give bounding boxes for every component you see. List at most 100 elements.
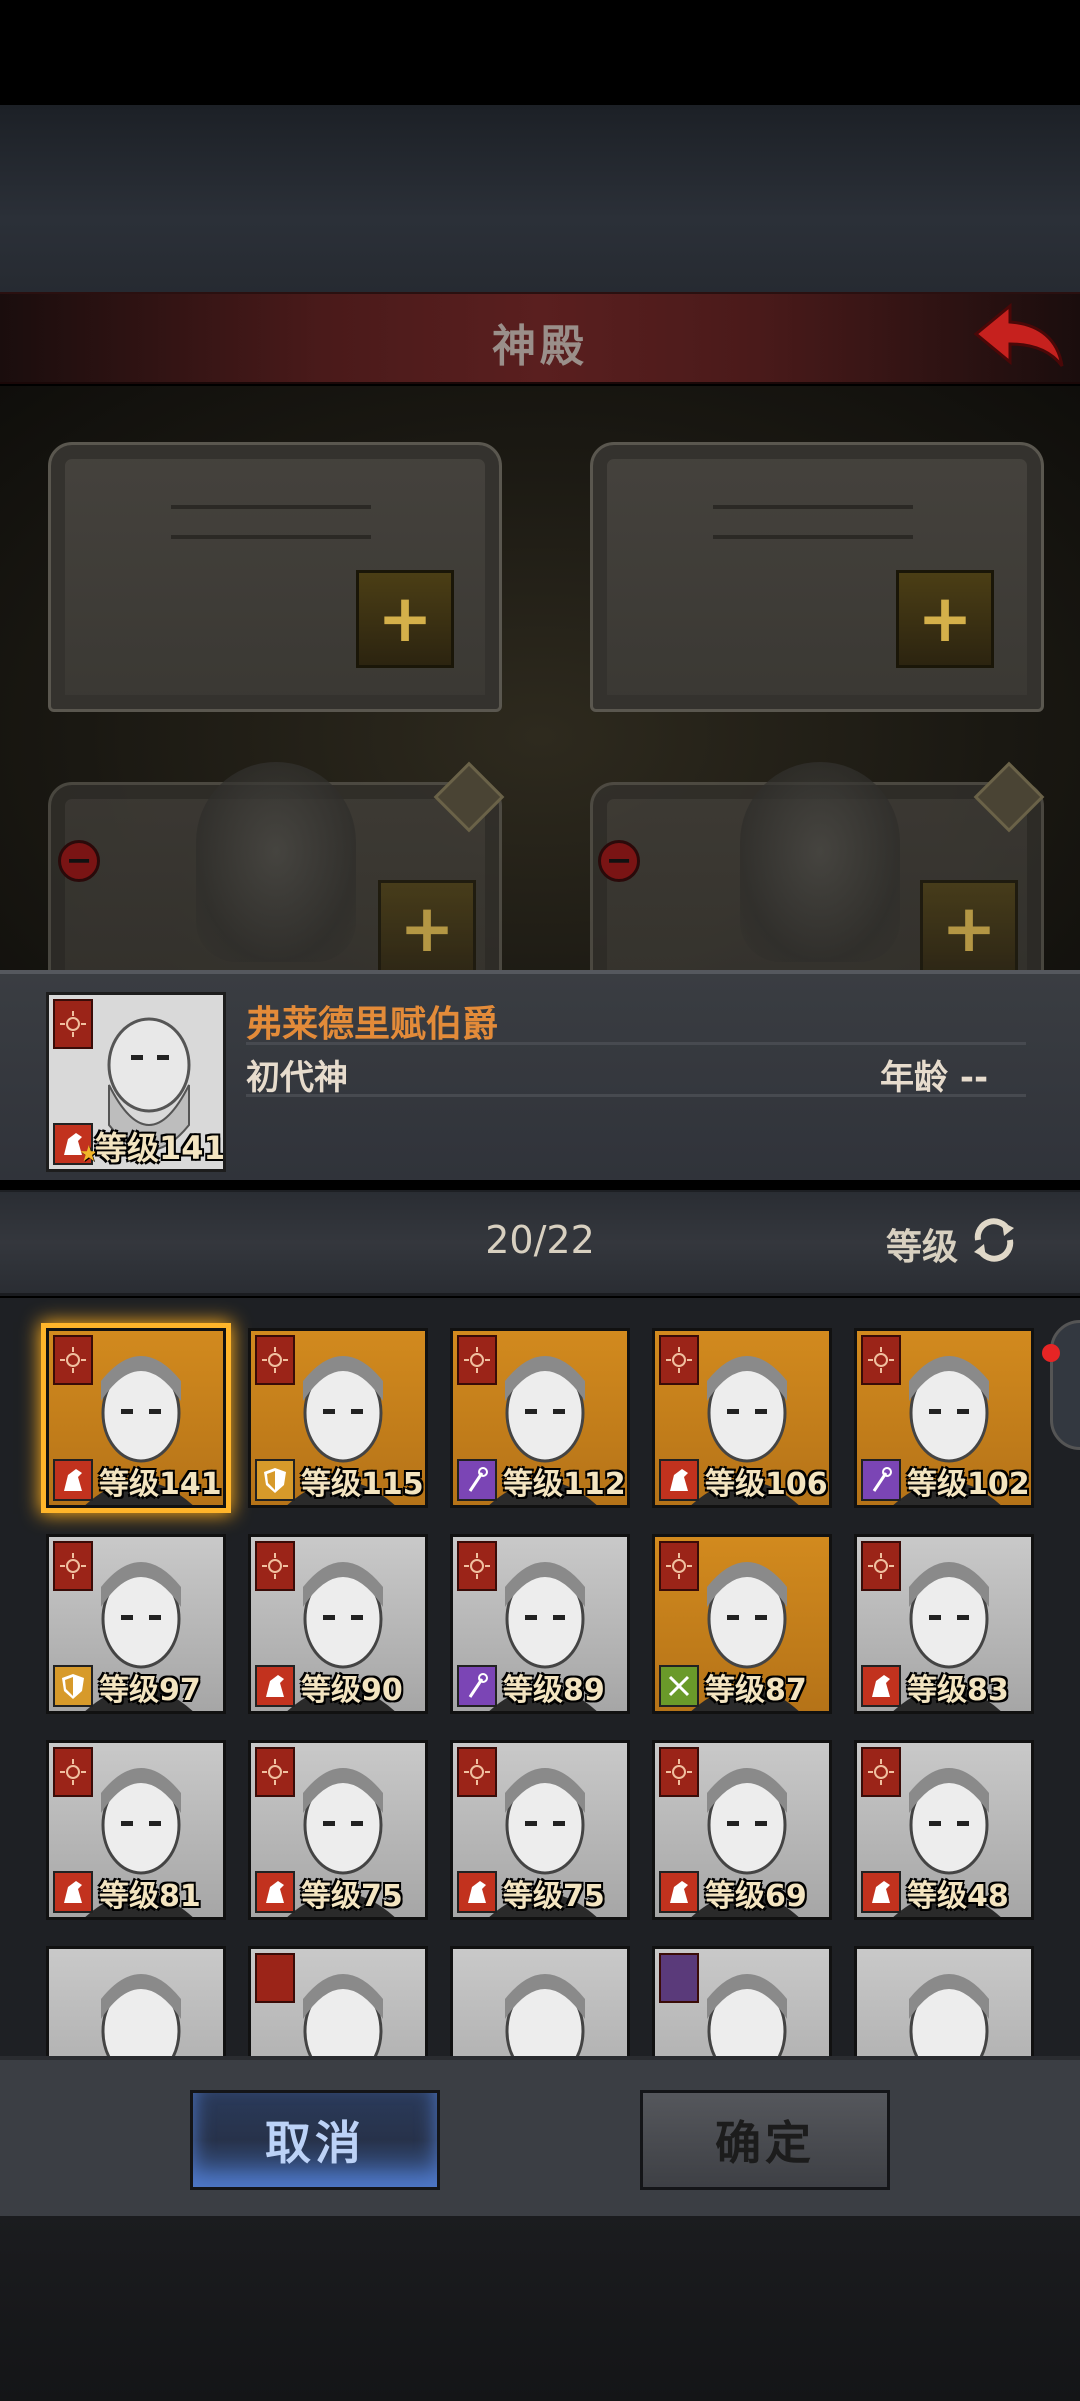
horse-class-icon: [659, 1459, 699, 1501]
hero-face-icon: [505, 1974, 585, 2056]
sun-banner-icon: [659, 1747, 699, 1797]
status-bar-area: [0, 0, 1080, 105]
sun-banner-icon: [53, 999, 93, 1049]
hero-card[interactable]: 等级48: [854, 1740, 1034, 1920]
staff-class-icon: [861, 1459, 901, 1501]
remove-slot-4-button[interactable]: −: [598, 840, 640, 882]
sun-banner-icon: [255, 1747, 295, 1797]
hero-card-partial[interactable]: [652, 1946, 832, 2056]
hero-card[interactable]: 等级89: [450, 1534, 630, 1714]
back-arrow-icon[interactable]: [972, 300, 1066, 372]
sun-banner-icon: [861, 1335, 901, 1385]
hero-level: 等级90: [301, 1673, 403, 1708]
hero-rank: 初代神: [246, 1058, 348, 1098]
plus-icon: +: [377, 580, 433, 657]
hero-level: 等级89: [503, 1673, 605, 1708]
hero-card[interactable]: 等级106: [652, 1328, 832, 1508]
banner-icon: [659, 1953, 699, 2003]
hero-card[interactable]: 等级97: [46, 1534, 226, 1714]
hero-silhouette: [740, 762, 900, 962]
hero-level: 等级97: [99, 1673, 201, 1708]
refresh-sort-icon[interactable]: [966, 1212, 1022, 1268]
selected-hero-portrait[interactable]: ★ 等级141: [46, 992, 226, 1172]
horse-class-icon: [255, 1665, 295, 1707]
sun-banner-icon: [659, 1541, 699, 1591]
hero-card[interactable]: 等级83: [854, 1534, 1034, 1714]
hero-card-partial[interactable]: [450, 1946, 630, 2056]
hero-card[interactable]: 等级87: [652, 1534, 832, 1714]
hero-card[interactable]: 等级115: [248, 1328, 428, 1508]
bottom-action-bar: [0, 2056, 1080, 2216]
sun-banner-icon: [255, 1335, 295, 1385]
hero-card[interactable]: 等级141: [41, 1323, 231, 1513]
staff-class-icon: [457, 1459, 497, 1501]
hero-level: 等级87: [705, 1673, 807, 1708]
horse-class-icon: [861, 1665, 901, 1707]
sun-banner-icon: [53, 1747, 93, 1797]
banner-icon: [255, 1953, 295, 2003]
plus-icon: +: [917, 580, 973, 657]
hero-card[interactable]: 等级102: [854, 1328, 1034, 1508]
sort-label[interactable]: 等级: [886, 1218, 958, 1270]
sun-banner-icon: [861, 1541, 901, 1591]
sun-banner-icon: [659, 1335, 699, 1385]
cancel-button[interactable]: 取消: [190, 2090, 440, 2190]
hero-level: 等级106: [705, 1467, 828, 1502]
hero-level: 等级81: [99, 1879, 201, 1914]
staff-class-icon: [457, 1665, 497, 1707]
hero-card[interactable]: 等级69: [652, 1740, 832, 1920]
temple-slots-area: + + − + − +: [0, 386, 1080, 970]
confirm-button[interactable]: 确定: [640, 2090, 890, 2190]
plus-icon: +: [399, 890, 455, 967]
horse-class-icon: [861, 1871, 901, 1913]
page-title: 神殿: [492, 321, 588, 372]
hero-level: 等级83: [907, 1673, 1009, 1708]
divider: [246, 1042, 1026, 1045]
sun-banner-icon: [53, 1335, 93, 1385]
add-slot-4-button[interactable]: +: [920, 880, 1018, 970]
horse-class-icon: [659, 1871, 699, 1913]
hero-grid: 等级141 等级115 等级112 等级106 等级102 等级97 等级90 等级89 等级8…: [0, 1298, 1080, 2056]
sun-banner-icon: [861, 1747, 901, 1797]
hero-level: 等级102: [907, 1467, 1030, 1502]
hero-card[interactable]: 等级81: [46, 1740, 226, 1920]
notification-dot: [1042, 1344, 1060, 1362]
sun-banner-icon: [457, 1541, 497, 1591]
horse-class-icon: [457, 1871, 497, 1913]
hero-card[interactable]: 等级112: [450, 1328, 630, 1508]
add-slot-1-button[interactable]: +: [356, 570, 454, 668]
hero-level: 等级69: [705, 1879, 807, 1914]
hero-card[interactable]: 等级75: [248, 1740, 428, 1920]
horse-class-icon: [53, 1459, 93, 1501]
sun-banner-icon: [457, 1747, 497, 1797]
hero-face-icon: [101, 1974, 181, 2056]
hero-card[interactable]: 等级75: [450, 1740, 630, 1920]
hero-card-partial[interactable]: [46, 1946, 226, 2056]
hero-age: 年龄 --: [880, 1058, 989, 1098]
sun-banner-icon: [457, 1335, 497, 1385]
horse-class-icon: [255, 1871, 295, 1913]
add-slot-2-button[interactable]: +: [896, 570, 994, 668]
shield-class-icon: [53, 1665, 93, 1707]
horse-class-icon: [53, 1871, 93, 1913]
sun-banner-icon: [255, 1541, 295, 1591]
add-slot-3-button[interactable]: +: [378, 880, 476, 970]
hero-level: 等级48: [907, 1879, 1009, 1914]
hero-level: 等级115: [301, 1467, 424, 1502]
nav-bar-area: [0, 2216, 1080, 2401]
selected-hero-level: 等级141: [95, 1129, 226, 1167]
sun-banner-icon: [53, 1541, 93, 1591]
hero-level: 等级141: [99, 1467, 222, 1502]
background-banner: [0, 105, 1080, 295]
hero-card-partial[interactable]: [854, 1946, 1034, 2056]
plus-icon: +: [941, 890, 997, 967]
divider: [246, 1094, 1026, 1097]
sword-class-icon: [659, 1665, 699, 1707]
hero-level: 等级75: [503, 1879, 605, 1914]
side-tab[interactable]: [1050, 1320, 1080, 1450]
hero-card-partial[interactable]: [248, 1946, 428, 2056]
remove-slot-3-button[interactable]: −: [58, 840, 100, 882]
hero-level: 等级112: [503, 1467, 626, 1502]
hero-card[interactable]: 等级90: [248, 1534, 428, 1714]
hero-level: 等级75: [301, 1879, 403, 1914]
